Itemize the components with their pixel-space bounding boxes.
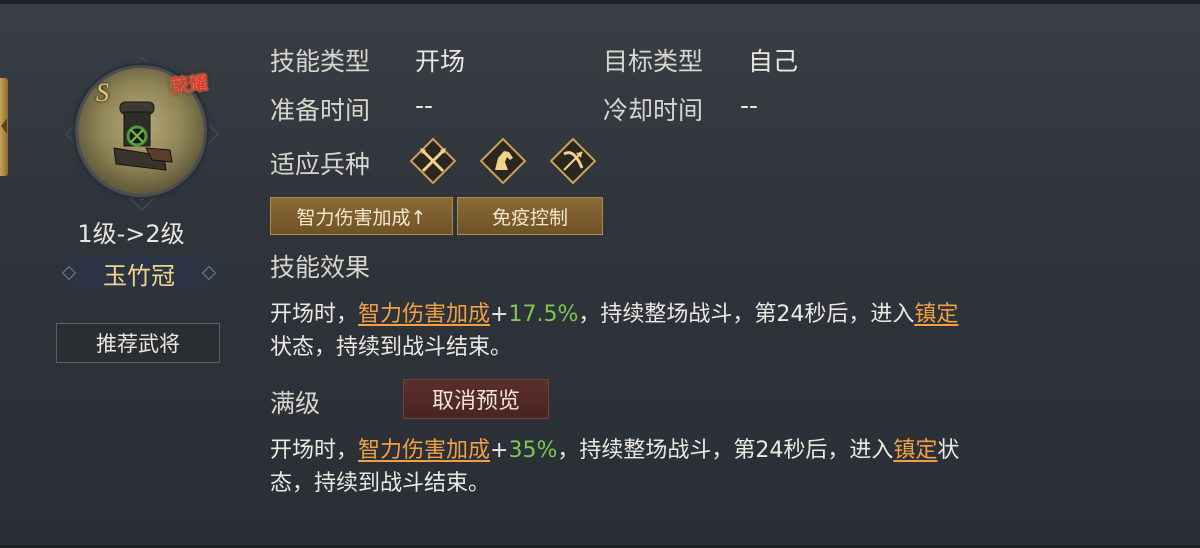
max-level-title: 满级 [270, 389, 321, 418]
skill-level-text: 1级->2级 [77, 220, 185, 248]
effect-value: 17.5% [508, 302, 579, 327]
skill-type-value: 开场 [415, 47, 466, 76]
max-middle: ，持续整场战斗，第24秒后，进入 [557, 438, 894, 463]
tag-immune-control: 免疫控制 [457, 197, 603, 235]
cancel-preview-button[interactable]: 取消预览 [403, 379, 549, 419]
max-value: 35% [508, 438, 558, 463]
keyword-calm[interactable]: 镇定 [914, 302, 958, 327]
keyword-calm-max[interactable]: 镇定 [893, 438, 937, 463]
effect-middle: ，持续整场战斗，第24秒后，进入 [578, 302, 915, 327]
skill-type-label: 技能类型 [270, 47, 371, 76]
effect-description: 开场时，智力伤害加成+17.5%，持续整场战斗，第24秒后，进入镇定 状态，持续… [270, 298, 1150, 364]
scroll-relic-icon [113, 101, 173, 171]
top-edge [0, 0, 1200, 4]
prep-time-label: 准备时间 [270, 96, 371, 125]
target-type-label: 目标类型 [603, 47, 704, 76]
skill-name-bar: 玉竹冠 [56, 256, 222, 290]
max-prefix: 开场时， [270, 438, 359, 463]
prep-time-value: -- [415, 91, 434, 120]
skill-grade: S [96, 78, 109, 107]
recommend-generals-button[interactable]: 推荐武将 [56, 323, 220, 363]
effect-prefix: 开场时， [270, 302, 359, 327]
effect-plus: + [490, 302, 509, 327]
effect-line2: 状态，持续到战斗结束。 [270, 335, 513, 360]
target-type-value: 自己 [748, 47, 799, 76]
max-plus: + [490, 438, 509, 463]
cooldown-value: -- [740, 91, 759, 120]
troop-label: 适应兵种 [270, 150, 371, 179]
skill-emblem: S 荣耀 [62, 56, 222, 212]
max-suffix: 状 [937, 438, 960, 463]
bow-arrow-icon [550, 138, 596, 184]
keyword-int-damage[interactable]: 智力伤害加成 [358, 302, 490, 327]
keyword-int-damage-max[interactable]: 智力伤害加成 [358, 438, 490, 463]
diamond-left-icon [61, 265, 77, 281]
diamond-right-icon [201, 265, 217, 281]
max-level-description: 开场时，智力伤害加成+35%，持续整场战斗，第24秒后，进入镇定状 态，持续到战… [270, 434, 1150, 500]
chevron-left-icon [1, 118, 7, 134]
crossed-spears-icon [410, 138, 456, 184]
max-line2: 态，持续到战斗结束。 [270, 471, 491, 496]
glory-badge: 荣耀 [169, 72, 210, 98]
cooldown-label: 冷却时间 [603, 96, 704, 125]
horse-head-icon [480, 138, 526, 184]
effect-title: 技能效果 [270, 253, 371, 282]
tag-int-damage-up: 智力伤害加成↑ [270, 197, 453, 235]
skill-name: 玉竹冠 [103, 261, 175, 290]
